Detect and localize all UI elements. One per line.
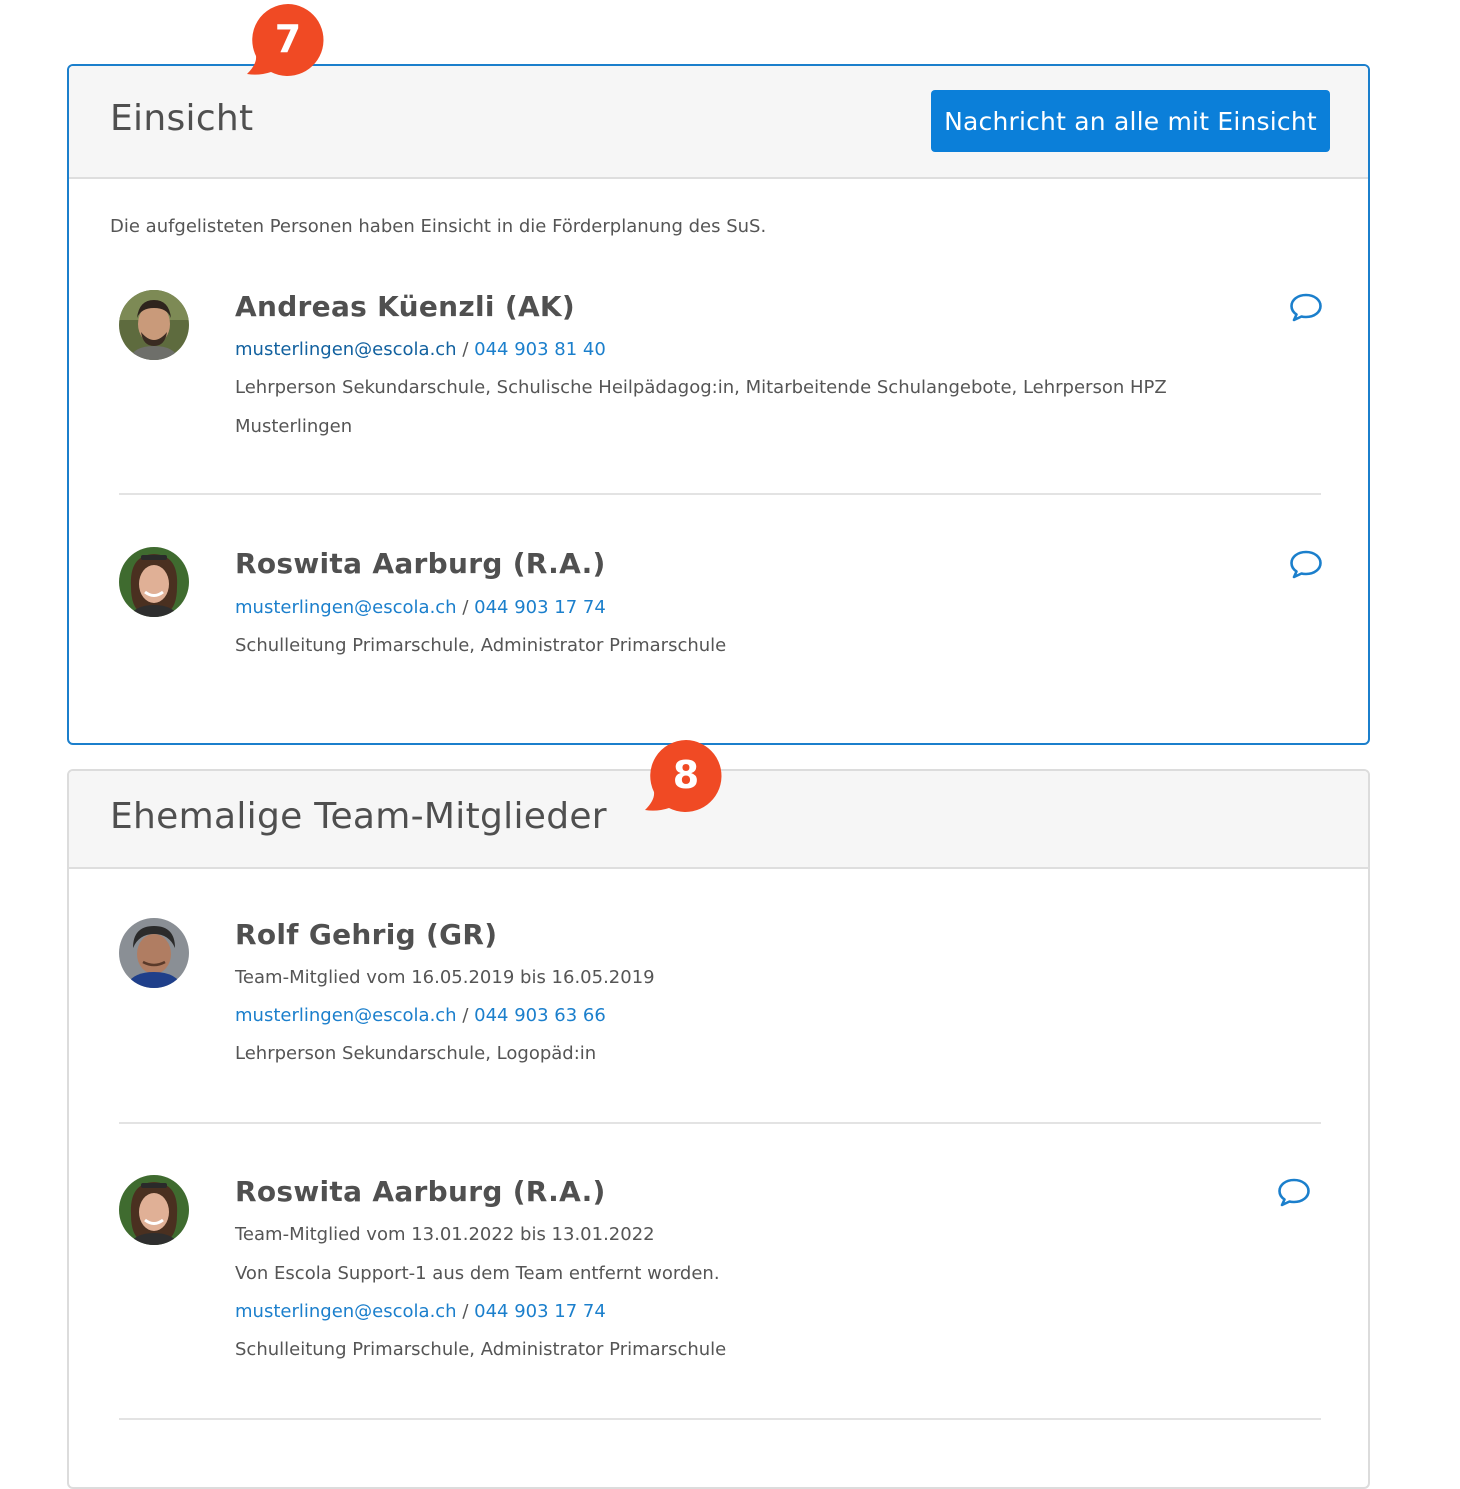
person-photo-icon: [119, 290, 189, 360]
phone-link[interactable]: 044 903 17 74: [474, 1301, 606, 1322]
person-name: Roswita Aarburg (R.A.): [235, 547, 606, 580]
former-members-title: Ehemalige Team-Mitglieder: [110, 796, 607, 837]
marker-number: 8: [672, 753, 700, 797]
contact-separator: /: [462, 1301, 469, 1322]
marker-number: 7: [274, 17, 302, 61]
avatar: [119, 547, 189, 617]
avatar: [119, 290, 189, 360]
person-photo-icon: [119, 918, 189, 988]
membership-period: Team-Mitglied vom 13.01.2022 bis 13.01.2…: [235, 1224, 655, 1245]
person-roles: Schulleitung Primarschule, Administrator…: [235, 635, 727, 656]
contact-line: musterlingen@escola.ch / 044 903 81 40: [235, 330, 1225, 369]
person-name: Roswita Aarburg (R.A.): [235, 1175, 606, 1208]
email-link[interactable]: musterlingen@escola.ch: [235, 597, 457, 618]
person-divider: [119, 493, 1321, 495]
einsicht-intro-text: Die aufgelisteten Personen haben Einsich…: [110, 216, 767, 237]
einsicht-title: Einsicht: [110, 98, 254, 139]
contact-line: musterlingen@escola.ch / 044 903 17 74: [235, 588, 1225, 627]
removal-note: Von Escola Support-1 aus dem Team entfer…: [235, 1263, 720, 1284]
email-link[interactable]: musterlingen@escola.ch: [235, 339, 457, 360]
email-link[interactable]: musterlingen@escola.ch: [235, 1301, 457, 1322]
person-roles: Schulleitung Primarschule, Administrator…: [235, 1339, 727, 1360]
person-name: Andreas Küenzli (AK): [235, 290, 576, 323]
former-members-card: Ehemalige Team-Mitglieder Rolf Gehrig (G…: [67, 769, 1370, 1489]
person-photo-icon: [119, 1175, 189, 1245]
contact-separator: /: [462, 597, 469, 618]
person-name: Rolf Gehrig (GR): [235, 918, 498, 951]
avatar: [119, 918, 189, 988]
phone-link[interactable]: 044 903 63 66: [474, 1005, 606, 1026]
speech-bubble-icon: [1290, 293, 1322, 322]
email-link[interactable]: musterlingen@escola.ch: [235, 1005, 457, 1026]
contact-line: musterlingen@escola.ch / 044 903 63 66: [235, 996, 1225, 1035]
annotation-marker-8: 8: [645, 740, 725, 820]
contact-line: musterlingen@escola.ch / 044 903 17 74: [235, 1292, 1225, 1331]
contact-separator: /: [462, 339, 469, 360]
contact-separator: /: [462, 1005, 469, 1026]
membership-period: Team-Mitglied vom 16.05.2019 bis 16.05.2…: [235, 967, 655, 988]
person-divider: [119, 1418, 1321, 1420]
annotation-marker-7: 7: [247, 4, 327, 84]
chat-button[interactable]: [1277, 1177, 1311, 1207]
person-roles: Lehrperson Sekundarschule, Schulische He…: [235, 377, 1167, 437]
phone-link[interactable]: 044 903 81 40: [474, 339, 606, 360]
speech-bubble-icon: [1290, 550, 1322, 579]
phone-link[interactable]: 044 903 17 74: [474, 597, 606, 618]
person-roles: Lehrperson Sekundarschule, Logopäd:in: [235, 1043, 597, 1064]
chat-button[interactable]: [1289, 292, 1323, 322]
chat-button[interactable]: [1289, 549, 1323, 579]
einsicht-card: Einsicht Nachricht an alle mit Einsicht …: [67, 64, 1370, 745]
person-photo-icon: [119, 547, 189, 617]
person-divider: [119, 1122, 1321, 1124]
avatar: [119, 1175, 189, 1245]
speech-bubble-icon: [1278, 1178, 1310, 1207]
message-all-button[interactable]: Nachricht an alle mit Einsicht: [931, 90, 1330, 152]
